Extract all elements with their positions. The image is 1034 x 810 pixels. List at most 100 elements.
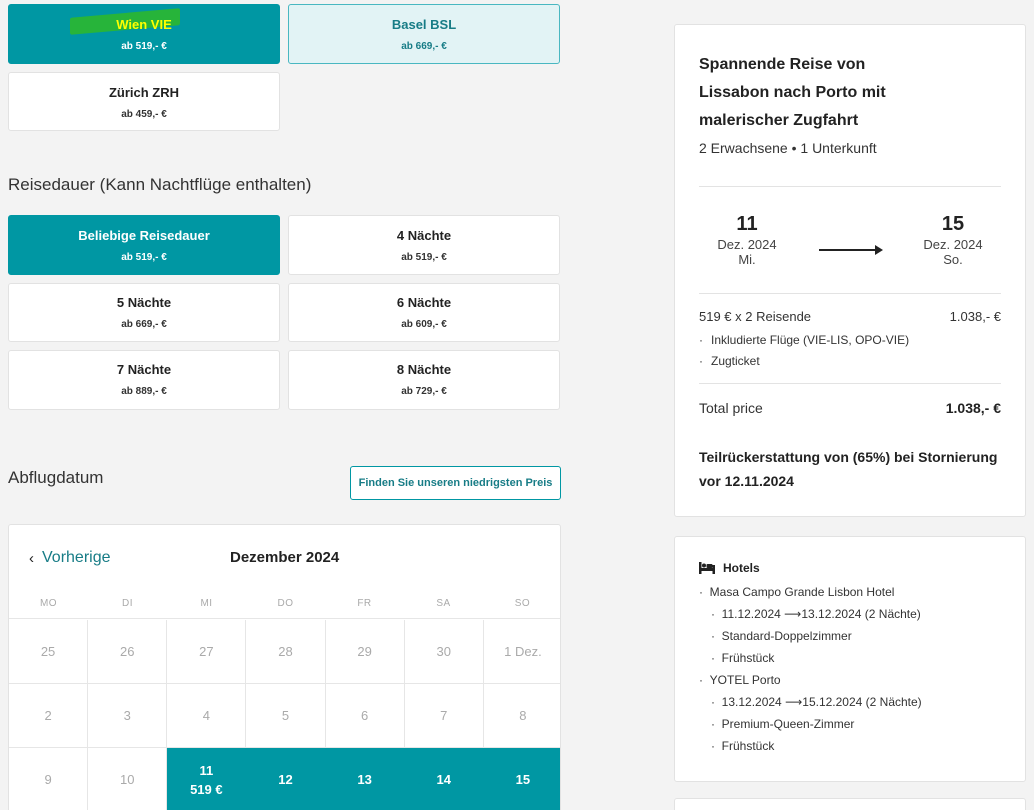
calendar-day-selectable[interactable]: 15 (483, 748, 560, 810)
duration-option-label: 8 Nächte (396, 362, 452, 377)
calendar-day: 26 (88, 620, 168, 684)
duration-option-price: ab 889,- € (121, 386, 167, 397)
calendar-day: 5 (246, 684, 326, 748)
duration-option-price: ab 729,- € (401, 386, 447, 397)
additional-card (674, 798, 1026, 810)
duration-option-price: ab 519,- € (121, 252, 167, 263)
start-weekday: Mi. (738, 252, 756, 267)
calendar-day: 28 (246, 620, 326, 684)
start-day: 11 (736, 213, 758, 235)
price-line-value: 1.038,- € (949, 309, 1001, 324)
departure-option-label: Zürich ZRH (108, 85, 180, 100)
departure-option-zurich[interactable]: Zürich ZRH ab 459,- € (8, 72, 280, 131)
total-value: 1.038,- € (945, 400, 1001, 416)
duration-option-label: 5 Nächte (116, 295, 172, 310)
duration-option-6-nights[interactable]: 6 Nächte ab 609,- € (288, 283, 560, 342)
calendar-day: 6 (325, 684, 405, 748)
calendar-day: 10 (88, 748, 168, 810)
total-label: Total price (699, 400, 763, 416)
hotel-detail: · 11.12.2024 ⟶13.12.2024 (2 Nächte) (711, 607, 921, 621)
hotel-name: · Masa Campo Grande Lisbon Hotel (699, 585, 895, 599)
departure-option-price: ab 669,- € (401, 41, 447, 52)
end-weekday: So. (943, 252, 963, 267)
start-month: Dez. 2024 (717, 237, 777, 252)
calendar-day: 3 (88, 684, 168, 748)
calendar-day: 27 (167, 620, 247, 684)
duration-option-price: ab 669,- € (121, 319, 167, 330)
calendar-day: 4 (167, 684, 247, 748)
refund-info: Teilrückerstattung von (65%) bei Stornie… (699, 449, 998, 489)
weekday-label: SA (436, 598, 451, 609)
start-date: 11 Dez. 2024 Mi. (707, 213, 787, 267)
calendar-day: 2 (9, 684, 89, 748)
inclusion-item: · Inkludierte Flüge (VIE-LIS, OPO-VIE) (699, 333, 910, 347)
calendar-day: 30 (404, 620, 484, 684)
hotels-heading: Hotels (699, 561, 760, 575)
calendar-day-price: 519 € (190, 781, 223, 797)
calendar-week: 2 3 4 5 6 7 8 (9, 684, 560, 748)
departure-option-price: ab 519,- € (121, 41, 167, 52)
trip-title: Spannende Reise von Lissabon nach Porto … (699, 56, 886, 129)
inclusion-item: · Zugticket (699, 354, 760, 368)
calendar-prev-label: Vorherige (42, 549, 111, 566)
chevron-left-icon: ‹ (29, 549, 34, 567)
price-line-label: 519 € x 2 Reisende (699, 309, 812, 324)
hotel-detail: · Standard-Doppelzimmer (711, 629, 852, 643)
hotels-title: Hotels (723, 561, 760, 575)
travellers-info: 2 Erwachsene • 1 Unterkunft (699, 140, 877, 156)
hotel-detail: · Frühstück (711, 651, 775, 665)
calendar-prev-button[interactable]: ‹ Vorherige (29, 549, 111, 567)
weekday-label: MO (39, 598, 58, 609)
hotel-name: · YOTEL Porto (699, 673, 781, 687)
trip-summary-card: Spannende Reise von Lissabon nach Porto … (674, 24, 1026, 517)
hotel-detail: · Premium-Queen-Zimmer (711, 717, 855, 731)
calendar-day-selectable[interactable]: 11 519 € (167, 748, 247, 810)
calendar-week: 25 26 27 28 29 30 1 Dez. (9, 620, 560, 684)
weekday-label: MI (200, 598, 213, 609)
duration-option-5-nights[interactable]: 5 Nächte ab 669,- € (8, 283, 280, 342)
lowest-price-button[interactable]: Finden Sie unseren niedrigsten Preis (350, 466, 561, 500)
duration-option-label: 6 Nächte (396, 295, 452, 310)
price-line: 519 € x 2 Reisende 1.038,- € (699, 309, 1001, 324)
hotels-card: Hotels · Masa Campo Grande Lisbon Hotel … (674, 536, 1026, 782)
arrow-right-icon (819, 249, 877, 251)
departure-option-label: Wien VIE (116, 17, 172, 32)
hotel-detail: · Frühstück (711, 739, 775, 753)
total-row: Total price 1.038,- € (699, 400, 1001, 416)
hotel-detail: · 13.12.2024 ⟶15.12.2024 (2 Nächte) (711, 695, 922, 709)
departure-option-basel[interactable]: Basel BSL ab 669,- € (288, 4, 560, 64)
calendar-week: 9 10 11 519 € 12 13 14 15 (9, 748, 560, 810)
arrow-head-icon (875, 245, 883, 255)
duration-option-label: Beliebige Reisedauer (78, 228, 210, 243)
calendar-day-number: 11 (199, 762, 214, 778)
duration-label: Reisedauer (Kann Nachtflüge enthalten) (8, 175, 312, 194)
calendar-day-selectable[interactable]: 14 (404, 748, 484, 810)
departure-option-wien[interactable]: Wien VIE ab 519,- € (8, 4, 280, 64)
calendar-weekday-row: MO DI MI DO FR SA SO (9, 589, 560, 619)
duration-option-4-nights[interactable]: 4 Nächte ab 519,- € (288, 215, 560, 275)
duration-option-price: ab 609,- € (401, 319, 447, 330)
end-date: 15 Dez. 2024 So. (913, 213, 993, 267)
departure-option-price: ab 459,- € (121, 109, 167, 120)
calendar: ‹ Vorherige Dezember 2024 MO DI MI DO FR… (8, 524, 561, 810)
weekday-label: DO (277, 598, 294, 609)
calendar-day: 1 Dez. (483, 620, 560, 684)
weekday-label: DI (122, 598, 133, 609)
divider (699, 383, 1001, 384)
calendar-month-title: Dezember 2024 (230, 549, 340, 566)
calendar-day: 9 (9, 748, 89, 810)
end-month: Dez. 2024 (923, 237, 983, 252)
duration-option-any[interactable]: Beliebige Reisedauer ab 519,- € (8, 215, 280, 275)
duration-option-7-nights[interactable]: 7 Nächte ab 889,- € (8, 350, 280, 410)
calendar-day: 29 (325, 620, 405, 684)
calendar-day: 7 (404, 684, 484, 748)
weekday-label: SO (514, 598, 531, 609)
weekday-label: FR (357, 598, 372, 609)
duration-option-label: 4 Nächte (396, 228, 452, 243)
booking-page: Wien VIE ab 519,- € Basel BSL ab 669,- €… (0, 0, 1034, 810)
bed-icon (699, 562, 715, 574)
calendar-day-selectable[interactable]: 13 (325, 748, 405, 810)
calendar-day-selectable[interactable]: 12 (246, 748, 326, 810)
divider (699, 293, 1001, 294)
duration-option-8-nights[interactable]: 8 Nächte ab 729,- € (288, 350, 560, 410)
